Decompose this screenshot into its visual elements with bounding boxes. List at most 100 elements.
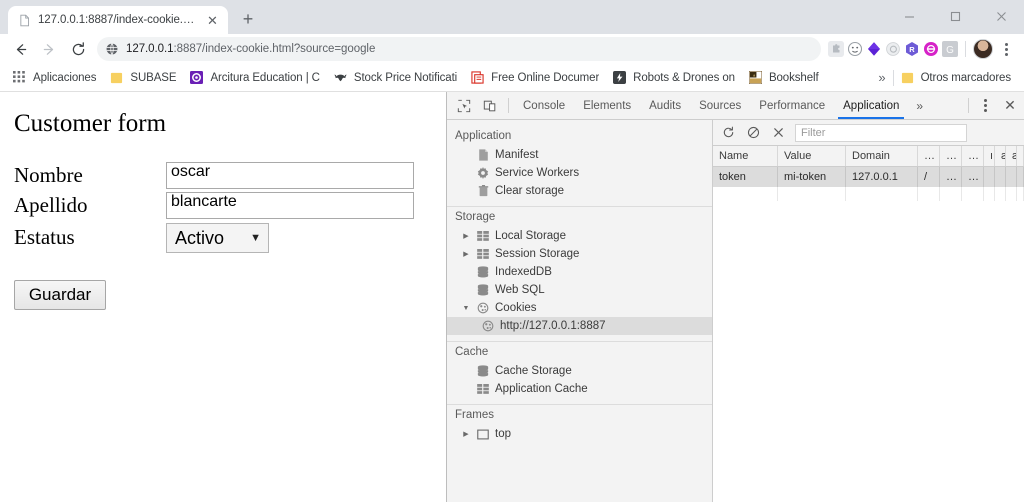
sidebar-section-title: Storage — [455, 211, 496, 223]
sidebar-item-cookie-origin[interactable]: http://127.0.0.1:8887 — [447, 317, 712, 335]
forward-button[interactable] — [35, 35, 63, 63]
refresh-icon[interactable] — [718, 122, 739, 143]
tab-console[interactable]: Console — [514, 92, 574, 119]
column-header-domain[interactable]: Domain — [846, 146, 918, 166]
document-red-icon — [471, 70, 485, 85]
apellido-input[interactable]: blancarte — [166, 191, 414, 219]
cell-domain: 127.0.0.1 — [846, 167, 918, 187]
database-icon — [476, 266, 490, 278]
expand-arrow-icon[interactable]: ▶ — [461, 232, 471, 240]
bookmark-item[interactable]: SUBASE — [103, 67, 183, 89]
sidebar-item-service-workers[interactable]: ▶ Service Workers — [447, 164, 712, 182]
viewport: Customer form Nombre oscar Apellido blan… — [0, 92, 1024, 502]
puzzle-extension-icon[interactable] — [828, 41, 844, 57]
tab-audits[interactable]: Audits — [640, 92, 690, 119]
bookmarks-overflow-button[interactable]: » — [871, 67, 892, 89]
bookmark-item[interactable]: Arcitura Education | C — [183, 67, 326, 89]
delete-cookie-icon[interactable] — [768, 122, 789, 143]
tab-application[interactable]: Application — [834, 92, 908, 119]
magenta-circle-extension-icon[interactable] — [923, 41, 939, 57]
devtools-menu-button[interactable] — [974, 92, 996, 119]
cell-size: … — [962, 167, 984, 187]
empty-cell — [984, 187, 995, 201]
minimize-button[interactable] — [886, 0, 932, 32]
avatar[interactable] — [973, 39, 993, 59]
table-grid-icon — [476, 231, 490, 241]
arcitura-icon — [190, 70, 204, 85]
sidebar-item-cookies[interactable]: ▼ Cookies — [447, 299, 712, 317]
table-row[interactable]: token mi-token 127.0.0.1 / … … — [713, 167, 1024, 187]
devtools-divider — [508, 98, 509, 113]
sidebar-item-application-cache[interactable]: ▶ Application Cache — [447, 380, 712, 398]
database-icon — [476, 365, 490, 377]
sidebar-item-clear-storage[interactable]: ▶ Clear storage — [447, 182, 712, 200]
column-header-value[interactable]: Value — [778, 146, 846, 166]
inspect-element-icon[interactable] — [451, 92, 477, 119]
column-header-secure[interactable]: ƨ — [995, 146, 1006, 166]
sidebar-item-label: Local Storage — [495, 230, 566, 242]
back-button[interactable] — [6, 35, 34, 63]
empty-cell — [1017, 187, 1024, 201]
circle-face-extension-icon[interactable] — [847, 41, 863, 57]
collapse-arrow-icon[interactable]: ▼ — [461, 305, 471, 312]
column-header-name[interactable]: Name — [713, 146, 778, 166]
chrome-menu-button[interactable] — [996, 37, 1016, 61]
svg-text:a: a — [753, 73, 755, 78]
camera-extension-icon[interactable] — [885, 41, 901, 57]
clear-all-cookies-icon[interactable] — [743, 122, 764, 143]
svg-text:R: R — [909, 45, 915, 54]
tab-performance[interactable]: Performance — [750, 92, 834, 119]
hexagon-r-extension-icon[interactable]: R — [904, 41, 920, 57]
sidebar-item-indexeddb[interactable]: ▶ IndexedDB — [447, 263, 712, 281]
column-header-samesite[interactable]: ƨ — [1006, 146, 1017, 166]
save-button[interactable]: Guardar — [14, 280, 106, 310]
reload-button[interactable] — [64, 35, 92, 63]
expand-arrow-icon[interactable]: ▶ — [461, 430, 471, 438]
other-bookmarks-folder[interactable]: Otros marcadores — [894, 67, 1018, 89]
cell-httponly — [984, 167, 995, 187]
empty-cell — [778, 187, 846, 201]
sidebar-item-label: IndexedDB — [495, 266, 552, 278]
bookmark-item[interactable]: a Bookshelf — [742, 67, 826, 89]
close-window-button[interactable] — [978, 0, 1024, 32]
devtools-more-tabs-button[interactable]: » — [908, 92, 931, 119]
column-header-path[interactable]: … — [918, 146, 940, 166]
bookmark-item[interactable]: Stock Price Notificati — [327, 67, 464, 89]
table-grid-icon — [476, 384, 490, 394]
grammarly-g-extension-icon[interactable]: G — [942, 41, 958, 57]
sidebar-item-web-sql[interactable]: ▶ Web SQL — [447, 281, 712, 299]
diamond-extension-icon[interactable] — [866, 41, 882, 57]
lightning-icon — [613, 70, 627, 85]
sidebar-item-local-storage[interactable]: ▶ Local Storage — [447, 227, 712, 245]
device-toolbar-icon[interactable] — [477, 92, 503, 119]
estatus-select[interactable]: Activo ▼ — [166, 223, 269, 253]
column-header-size[interactable]: … — [962, 146, 984, 166]
sidebar-group-storage: Storage ▶ Local Storage ▶ Session Storag… — [447, 207, 712, 342]
bookmark-item[interactable]: Robots & Drones on — [606, 67, 742, 89]
sidebar-item-frame-top[interactable]: ▶ top — [447, 425, 712, 443]
browser-tab[interactable]: 127.0.0.1:8887/index-cookie.html ✕ — [8, 6, 228, 34]
sidebar-item-label: Application Cache — [495, 383, 588, 395]
column-header-expires[interactable]: … — [940, 146, 962, 166]
filter-input[interactable]: Filter — [795, 123, 967, 142]
tab-close-icon[interactable]: ✕ — [205, 13, 220, 28]
tab-elements[interactable]: Elements — [574, 92, 640, 119]
bookshelf-icon: a — [748, 70, 763, 85]
sidebar-item-cache-storage[interactable]: ▶ Cache Storage — [447, 362, 712, 380]
tab-sources[interactable]: Sources — [690, 92, 750, 119]
column-header-httponly[interactable]: ı — [984, 146, 995, 166]
sidebar-item-session-storage[interactable]: ▶ Session Storage — [447, 245, 712, 263]
devtools-close-button[interactable]: ✕ — [996, 92, 1024, 119]
bookmark-label: Free Online Documer — [491, 71, 600, 84]
address-bar[interactable]: 127.0.0.1:8887/index-cookie.html?source=… — [97, 37, 821, 61]
bookmark-item[interactable]: Free Online Documer — [464, 67, 606, 89]
sidebar-item-manifest[interactable]: ▶ Manifest — [447, 146, 712, 164]
expand-arrow-icon[interactable]: ▶ — [461, 250, 471, 258]
maximize-button[interactable] — [932, 0, 978, 32]
new-tab-button[interactable]: + — [234, 5, 262, 33]
nombre-input[interactable]: oscar — [166, 161, 414, 189]
bookmark-item[interactable]: Aplicaciones — [6, 67, 103, 89]
sidebar-group-frames: Frames ▶ top — [447, 405, 712, 449]
cookies-table: Name Value Domain … … … ı ƨ ƨ token mi-t… — [713, 146, 1024, 201]
bat-icon — [334, 71, 348, 85]
